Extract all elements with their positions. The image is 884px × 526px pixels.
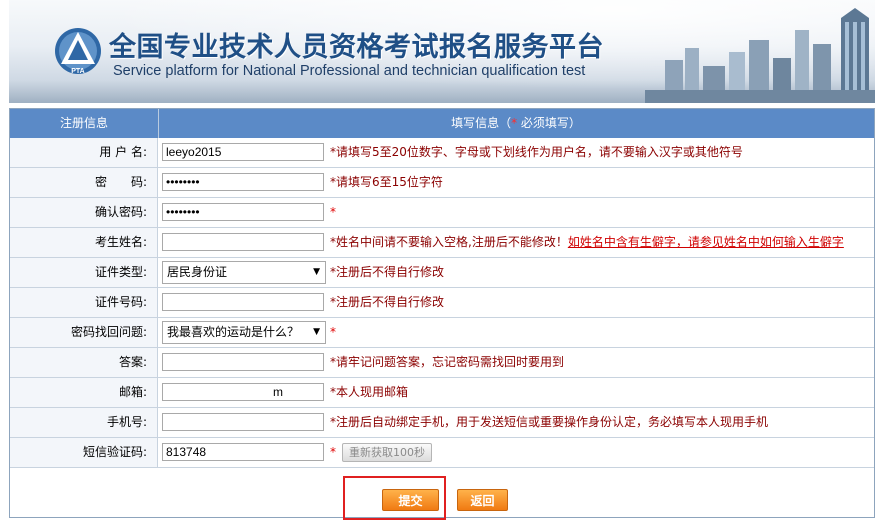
confirm-password-input[interactable]: •••••••• — [162, 203, 324, 221]
required-star: * — [330, 205, 336, 219]
recovery-question-hint: * — [330, 318, 336, 347]
confirm-password-hint: * — [330, 198, 336, 227]
candidate-name-input[interactable] — [162, 233, 324, 251]
svg-text:PTA: PTA — [71, 68, 84, 75]
row-phone: 手机号: *注册后自动绑定手机，用于发送短信或重要操作身份认定，务必填写本人现用… — [10, 408, 874, 438]
phone-hint: *注册后自动绑定手机，用于发送短信或重要操作身份认定，务必填写本人现用手机 — [330, 415, 769, 429]
label-id-number: 证件号码: — [10, 288, 158, 317]
label-recovery-question: 密码找回问题: — [10, 318, 158, 347]
row-candidate-name: 考生姓名: *姓名中间请不要输入空格,注册后不能修改！如姓名中含有生僻字，请参见… — [10, 228, 874, 258]
header-register-info: 注册信息 — [10, 109, 159, 138]
id-number-input[interactable] — [162, 293, 324, 311]
label-confirm-password: 确认密码: — [10, 198, 158, 227]
recovery-question-select[interactable]: 我最喜欢的运动是什么？ ▼ — [162, 321, 326, 344]
rare-character-help-link[interactable]: 如姓名中含有生僻字，请参见姓名中如何输入生僻字 — [568, 235, 844, 249]
answer-hint: *请牢记问题答案，忘记密码需找回时要用到 — [330, 355, 565, 369]
password-hint: *请填写6至15位字符 — [330, 175, 443, 189]
id-type-select[interactable]: 居民身份证 ▼ — [162, 261, 326, 284]
resend-sms-button[interactable]: 重新获取100秒 — [342, 443, 432, 462]
username-input[interactable]: leeyo2015 — [162, 143, 324, 161]
city-skyline-illustration — [645, 8, 875, 103]
label-password: 密 码: — [10, 168, 158, 197]
recovery-question-selected: 我最喜欢的运动是什么？ — [167, 325, 300, 339]
row-id-number: 证件号码: *注册后不得自行修改 — [10, 288, 874, 318]
row-email: 邮箱: m *本人现用邮箱 — [10, 378, 874, 408]
label-candidate-name: 考生姓名: — [10, 228, 158, 257]
phone-input[interactable] — [162, 413, 324, 431]
id-type-hint: *注册后不得自行修改 — [330, 265, 445, 279]
username-hint: *请填写5至20位数字、字母或下划线作为用户名，请不要输入汉字或其他符号 — [330, 145, 743, 159]
label-id-type: 证件类型: — [10, 258, 158, 287]
row-recovery-question: 密码找回问题: 我最喜欢的运动是什么？ ▼ * — [10, 318, 874, 348]
candidate-name-hint: *姓名中间请不要输入空格,注册后不能修改！如姓名中含有生僻字，请参见姓名中如何输… — [330, 228, 844, 257]
required-star: * — [330, 325, 336, 339]
row-sms-code: 短信验证码: 813748 * 重新获取100秒 — [10, 438, 874, 468]
candidate-name-hint-text: *姓名中间请不要输入空格,注册后不能修改！ — [330, 235, 568, 249]
submit-highlight-box — [343, 476, 446, 520]
registration-form: 注册信息 填写信息（* 必须填写） 用 户 名: leeyo2015 *请填写5… — [9, 108, 875, 518]
dropdown-arrow-icon: ▼ — [313, 327, 320, 337]
site-banner: PTA 全国专业技术人员资格考试报名服务平台 Service platform … — [9, 0, 875, 103]
label-phone: 手机号: — [10, 408, 158, 437]
row-id-type: 证件类型: 居民身份证 ▼ *注册后不得自行修改 — [10, 258, 874, 288]
site-title-cn: 全国专业技术人员资格考试报名服务平台 — [109, 32, 604, 63]
id-number-hint: *注册后不得自行修改 — [330, 295, 445, 309]
label-answer: 答案: — [10, 348, 158, 377]
dropdown-arrow-icon: ▼ — [313, 267, 320, 277]
sms-code-input[interactable]: 813748 — [162, 443, 324, 461]
required-star: * — [330, 445, 336, 459]
site-title-en: Service platform for National Profession… — [113, 63, 586, 79]
row-answer: 答案: *请牢记问题答案，忘记密码需找回时要用到 — [10, 348, 874, 378]
label-sms-code: 短信验证码: — [10, 438, 158, 467]
header-fill-prefix: 填写信息（ — [451, 116, 512, 130]
label-email: 邮箱: — [10, 378, 158, 407]
form-header: 注册信息 填写信息（* 必须填写） — [10, 109, 874, 138]
row-username: 用 户 名: leeyo2015 *请填写5至20位数字、字母或下划线作为用户名… — [10, 138, 874, 168]
email-input[interactable]: m — [162, 383, 324, 401]
answer-input[interactable] — [162, 353, 324, 371]
row-password: 密 码: •••••••• *请填写6至15位字符 — [10, 168, 874, 198]
back-button[interactable]: 返回 — [457, 489, 508, 511]
id-type-selected: 居民身份证 — [167, 265, 228, 279]
pta-logo-icon: PTA — [55, 28, 101, 75]
row-confirm-password: 确认密码: •••••••• * — [10, 198, 874, 228]
password-input[interactable]: •••••••• — [162, 173, 324, 191]
header-fill-info: 填写信息（* 必须填写） — [158, 109, 874, 138]
label-username: 用 户 名: — [10, 138, 158, 167]
email-hint: *本人现用邮箱 — [330, 385, 409, 399]
header-fill-suffix: 必须填写） — [517, 116, 581, 130]
